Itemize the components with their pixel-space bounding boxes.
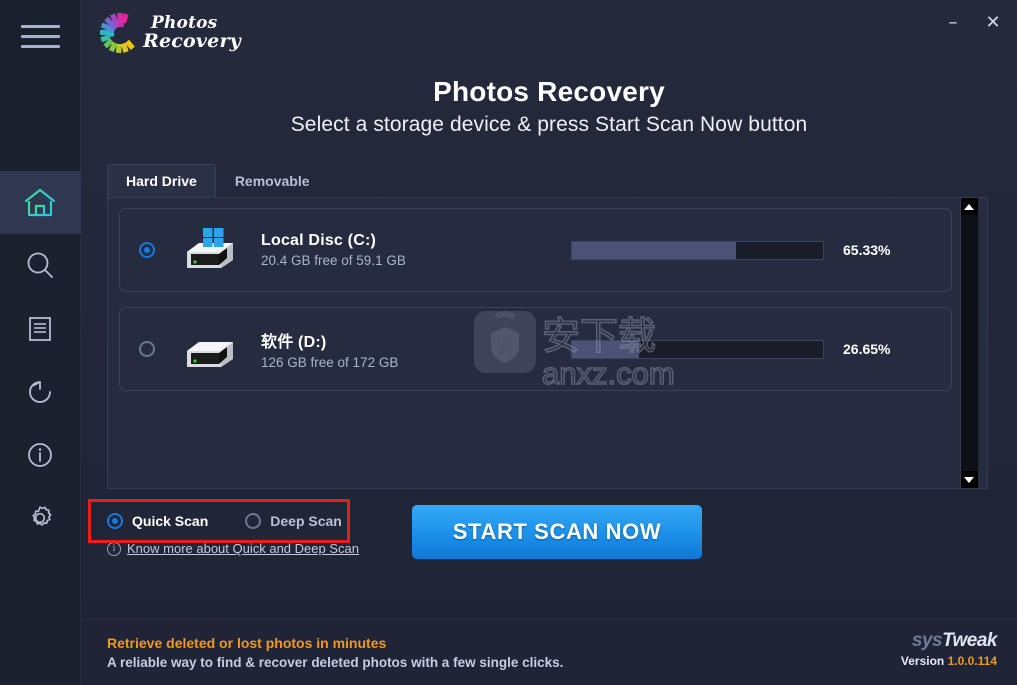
- deep-scan-label: Deep Scan: [270, 513, 342, 529]
- hamburger-bar: [20, 34, 60, 38]
- close-button[interactable]: ✕: [977, 9, 1009, 37]
- device-capacity: 126 GB free of 172 GB: [261, 355, 399, 370]
- title-bar: Photos Recovery – ✕: [81, 0, 1017, 72]
- device-name: Local Disc (C:): [261, 232, 377, 249]
- usage-bar: [571, 240, 824, 260]
- systweak-logo-part1: sys: [911, 630, 943, 651]
- scan-mode-radios: Quick Scan Deep Scan: [107, 513, 367, 529]
- search-icon: [24, 250, 56, 282]
- table-row[interactable]: Local Disc (C:) 20.4 GB free of 59.1 GB …: [119, 208, 952, 292]
- deep-scan-radio-button[interactable]: [245, 513, 262, 529]
- hamburger-menu-icon[interactable]: [0, 0, 81, 72]
- radio-deep-scan[interactable]: Deep Scan: [245, 513, 342, 529]
- brand-wordmark: Photos Recovery: [143, 15, 241, 51]
- main-content: Photos Recovery – ✕ Photos Recovery Sele…: [81, 0, 1017, 685]
- heading-block: Photos Recovery Select a storage device …: [81, 76, 1017, 137]
- chevron-up-icon: [964, 203, 974, 210]
- know-more-link[interactable]: i Know more about Quick and Deep Scan: [107, 541, 367, 556]
- tab-bar: Hard Drive Removable: [107, 164, 1017, 197]
- usage-bar: [571, 339, 824, 359]
- usage-percent: 65.33%: [843, 242, 891, 258]
- sidebar-item-home[interactable]: [0, 171, 81, 234]
- sidebar: [0, 0, 81, 685]
- tab-hard-drive[interactable]: Hard Drive: [107, 164, 216, 197]
- footer-tagline: Retrieve deleted or lost photos in minut…: [107, 635, 387, 651]
- sidebar-item-list[interactable]: [0, 297, 81, 360]
- hamburger-bar: [20, 44, 60, 48]
- device-info: 软件 (D:) 126 GB free of 172 GB: [261, 328, 561, 370]
- footer-text: Retrieve deleted or lost photos in minut…: [107, 635, 563, 670]
- home-icon: [23, 187, 57, 219]
- usage-bar-fill: [572, 241, 736, 259]
- sidebar-item-settings[interactable]: [0, 486, 81, 549]
- sidebar-item-search[interactable]: [0, 234, 81, 297]
- brand-line-2: Recovery: [143, 30, 241, 52]
- device-name: 软件 (D:): [261, 334, 327, 351]
- photos-recovery-logo-icon: [95, 8, 145, 58]
- windows-drive-icon: [177, 226, 241, 274]
- know-more-text: Know more about Quick and Deep Scan: [127, 541, 359, 556]
- device-list-panel: Local Disc (C:) 20.4 GB free of 59.1 GB …: [107, 197, 988, 489]
- scan-mode-group: Quick Scan Deep Scan i Know more about Q…: [88, 499, 367, 556]
- quick-scan-label: Quick Scan: [132, 513, 209, 529]
- quick-scan-radio-button[interactable]: [107, 513, 123, 529]
- radio-quick-scan[interactable]: Quick Scan: [107, 513, 208, 529]
- page-title: Photos Recovery: [433, 76, 665, 107]
- brand-logo-area: Photos Recovery: [81, 0, 241, 58]
- restore-icon: [25, 377, 55, 407]
- info-icon: i: [107, 541, 121, 556]
- device-capacity: 20.4 GB free of 59.1 GB: [261, 253, 406, 268]
- device-radio-software-d[interactable]: [139, 341, 155, 357]
- table-row[interactable]: 软件 (D:) 126 GB free of 172 GB 26.65%: [119, 307, 952, 391]
- minimize-button[interactable]: –: [937, 9, 969, 37]
- scroll-down-button[interactable]: [960, 471, 978, 488]
- usage-percent: 26.65%: [843, 341, 891, 357]
- systweak-logo: sysTweak: [901, 630, 998, 652]
- scroll-up-button[interactable]: [960, 198, 978, 215]
- window-controls: – ✕: [937, 9, 1009, 37]
- info-icon: [25, 440, 55, 470]
- sidebar-item-restore[interactable]: [0, 360, 81, 423]
- footer-description: A reliable way to find & recover deleted…: [107, 655, 564, 670]
- scrollbar[interactable]: [960, 198, 978, 488]
- footer: Retrieve deleted or lost photos in minut…: [81, 619, 1017, 685]
- settings-icon: [25, 503, 55, 533]
- systweak-logo-part2: Tweak: [942, 630, 997, 651]
- drive-icon: [177, 325, 241, 373]
- scan-controls: Quick Scan Deep Scan i Know more about Q…: [88, 499, 1017, 559]
- list-icon: [26, 315, 54, 343]
- hamburger-bar: [20, 24, 60, 28]
- chevron-down-icon: [964, 476, 974, 483]
- device-radio-local-disc-c[interactable]: [139, 242, 155, 258]
- vendor-info: sysTweak Version 1.0.0.114: [901, 630, 998, 668]
- photos-recovery-window: Photos Recovery – ✕ Photos Recovery Sele…: [0, 0, 1017, 685]
- version-info: Version 1.0.0.114: [901, 654, 997, 668]
- page-subtitle: Select a storage device & press Start Sc…: [290, 113, 808, 136]
- device-list: Local Disc (C:) 20.4 GB free of 59.1 GB …: [108, 198, 960, 488]
- version-label: Version: [900, 654, 945, 668]
- device-info: Local Disc (C:) 20.4 GB free of 59.1 GB: [261, 232, 561, 268]
- sidebar-item-info[interactable]: [0, 423, 81, 486]
- version-number: 1.0.0.114: [947, 654, 997, 668]
- start-scan-button[interactable]: START SCAN NOW: [412, 505, 702, 559]
- usage-bar-fill: [572, 340, 639, 358]
- scrollbar-track[interactable]: [960, 215, 978, 471]
- tab-removable[interactable]: Removable: [216, 164, 329, 197]
